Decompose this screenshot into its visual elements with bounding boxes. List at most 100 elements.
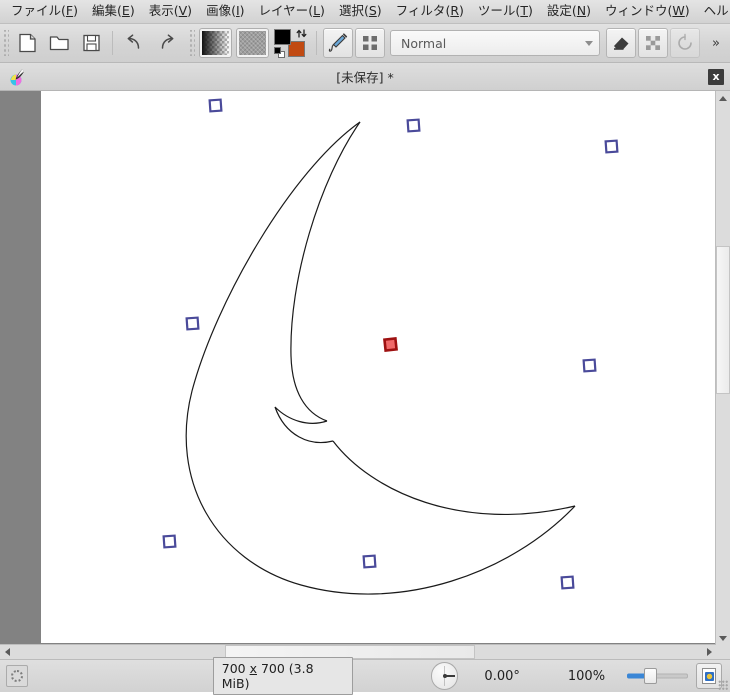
swap-colors-icon[interactable] bbox=[296, 28, 308, 40]
menu-tools-label: ツール bbox=[477, 3, 516, 18]
new-document-icon bbox=[18, 33, 36, 53]
path-anchor-selected[interactable] bbox=[383, 337, 398, 352]
menu-image-label: 画像 bbox=[206, 3, 232, 18]
path-anchor[interactable] bbox=[162, 534, 177, 549]
menu-filters-label: フィルタ bbox=[395, 3, 446, 18]
menu-view-label: 表示 bbox=[148, 3, 174, 18]
menu-view[interactable]: 表示(V) bbox=[142, 1, 199, 22]
status-bar: 700 x 700 (3.8 MiB) 0.00° 100% bbox=[0, 657, 730, 695]
toolbar-overflow-button[interactable]: » bbox=[706, 36, 726, 51]
open-file-button[interactable] bbox=[44, 28, 74, 58]
undo-button[interactable] bbox=[119, 28, 149, 58]
rotation-value: 0.00° bbox=[484, 668, 520, 684]
selection-status-icon[interactable] bbox=[6, 665, 28, 687]
menu-select-label: 選択 bbox=[338, 3, 364, 18]
menu-windows-mnemonic: W bbox=[672, 3, 685, 18]
scroll-down-button[interactable] bbox=[716, 631, 730, 645]
menu-file[interactable]: ファイル(F) bbox=[4, 1, 85, 22]
canvas-viewport[interactable] bbox=[0, 91, 716, 645]
paintbrush-tool-button[interactable] bbox=[323, 28, 353, 58]
menu-help-label: ヘルプ bbox=[703, 3, 730, 18]
menu-windows-label: ウィンドウ bbox=[605, 3, 668, 18]
path-anchor[interactable] bbox=[406, 118, 421, 133]
menu-layer-mnemonic: L bbox=[313, 3, 321, 18]
image-canvas[interactable] bbox=[41, 91, 716, 643]
vertical-scrollbar[interactable] bbox=[715, 91, 730, 645]
color-swatches[interactable] bbox=[274, 28, 308, 58]
crescent-notch-curve bbox=[274, 406, 334, 444]
gradient-swatch-button[interactable] bbox=[199, 28, 232, 58]
menu-tools[interactable]: ツール(T) bbox=[471, 1, 540, 22]
main-toolbar: Normal » bbox=[0, 24, 730, 63]
new-document-button[interactable] bbox=[12, 28, 42, 58]
path-anchor[interactable] bbox=[185, 316, 200, 331]
image-editor-window: ファイル(F) 編集(E) 表示(V) 画像(I) レイヤー(L) 選択(S) … bbox=[0, 0, 730, 695]
rotation-dial[interactable] bbox=[430, 662, 459, 690]
menu-image[interactable]: 画像(I) bbox=[199, 1, 251, 22]
gradient-swatch-icon bbox=[202, 31, 229, 55]
scroll-left-button[interactable] bbox=[0, 645, 14, 659]
toolbar-divider-2 bbox=[316, 31, 317, 55]
save-file-button[interactable] bbox=[76, 28, 106, 58]
redo-arrow-icon bbox=[161, 34, 173, 49]
rotation-hub bbox=[442, 674, 447, 678]
eraser-button[interactable] bbox=[606, 28, 636, 58]
menu-windows[interactable]: ウィンドウ(W) bbox=[598, 1, 697, 22]
redo-button[interactable] bbox=[151, 28, 181, 58]
pattern-swatch-button[interactable] bbox=[236, 28, 269, 58]
zoom-slider-handle[interactable] bbox=[644, 668, 658, 684]
foreground-color-swatch[interactable] bbox=[274, 29, 291, 45]
menu-filters-mnemonic: R bbox=[450, 3, 460, 18]
path-anchor[interactable] bbox=[208, 98, 223, 113]
triangle-up-icon bbox=[719, 95, 727, 101]
scroll-right-button[interactable] bbox=[702, 645, 716, 659]
path-anchor[interactable] bbox=[362, 554, 377, 569]
floppy-disk-icon bbox=[82, 34, 100, 52]
horizontal-scrollbar[interactable] bbox=[0, 644, 716, 659]
toolbar-drag-handle[interactable] bbox=[2, 30, 9, 56]
path-anchor[interactable] bbox=[582, 358, 597, 373]
zoom-value: 100% bbox=[567, 668, 606, 684]
path-anchor[interactable] bbox=[604, 139, 619, 154]
window-resize-grip[interactable] bbox=[718, 680, 728, 690]
toolbar-drag-handle-2[interactable] bbox=[188, 30, 195, 56]
undo-arrow-icon bbox=[127, 34, 139, 49]
menu-help[interactable]: ヘルプ(H) bbox=[697, 1, 730, 22]
menu-layer[interactable]: レイヤー(L) bbox=[252, 1, 332, 22]
menu-view-mnemonic: V bbox=[178, 3, 188, 18]
pattern-swatch-icon bbox=[239, 31, 266, 55]
blend-mode-select[interactable]: Normal bbox=[390, 30, 600, 56]
checkerboard-icon bbox=[646, 36, 660, 50]
menu-filters[interactable]: フィルタ(R) bbox=[389, 1, 471, 22]
menu-file-label: ファイル bbox=[11, 3, 62, 18]
vertical-scroll-thumb[interactable] bbox=[716, 246, 730, 394]
paintbrush-icon bbox=[328, 33, 348, 52]
fit-image-icon bbox=[702, 668, 717, 684]
blend-mode-value: Normal bbox=[401, 35, 447, 51]
triangle-left-icon bbox=[4, 648, 10, 656]
image-size-field[interactable]: 700 x 700 (3.8 MiB) bbox=[212, 657, 353, 695]
document-title: [未保存] * bbox=[336, 70, 394, 85]
menu-settings-mnemonic: N bbox=[576, 3, 587, 18]
menu-settings[interactable]: 設定(N) bbox=[540, 1, 598, 22]
reset-rotation-button[interactable] bbox=[670, 28, 700, 58]
menu-edit[interactable]: 編集(E) bbox=[85, 1, 142, 22]
close-tab-button[interactable]: x bbox=[708, 68, 724, 85]
reset-colors-icon[interactable] bbox=[274, 47, 285, 58]
image-size-x: x bbox=[249, 661, 257, 676]
folder-icon bbox=[49, 36, 69, 51]
triangle-down-icon bbox=[719, 635, 727, 641]
scroll-up-button[interactable] bbox=[716, 91, 730, 105]
menu-image-mnemonic: I bbox=[235, 3, 240, 18]
path-anchor[interactable] bbox=[560, 575, 575, 590]
chevron-down-icon bbox=[585, 40, 593, 46]
menu-tools-mnemonic: T bbox=[520, 3, 528, 18]
menu-select[interactable]: 選択(S) bbox=[332, 1, 389, 22]
zoom-slider[interactable] bbox=[627, 666, 689, 686]
crescent-inner-curve-lower bbox=[332, 440, 576, 515]
colorful-brush-icon bbox=[10, 68, 24, 85]
crescent-path-drawing bbox=[162, 98, 619, 595]
toolbar-divider-1 bbox=[112, 31, 113, 55]
brush-picker-button[interactable] bbox=[355, 28, 385, 58]
checkerboard-button[interactable] bbox=[638, 28, 668, 58]
